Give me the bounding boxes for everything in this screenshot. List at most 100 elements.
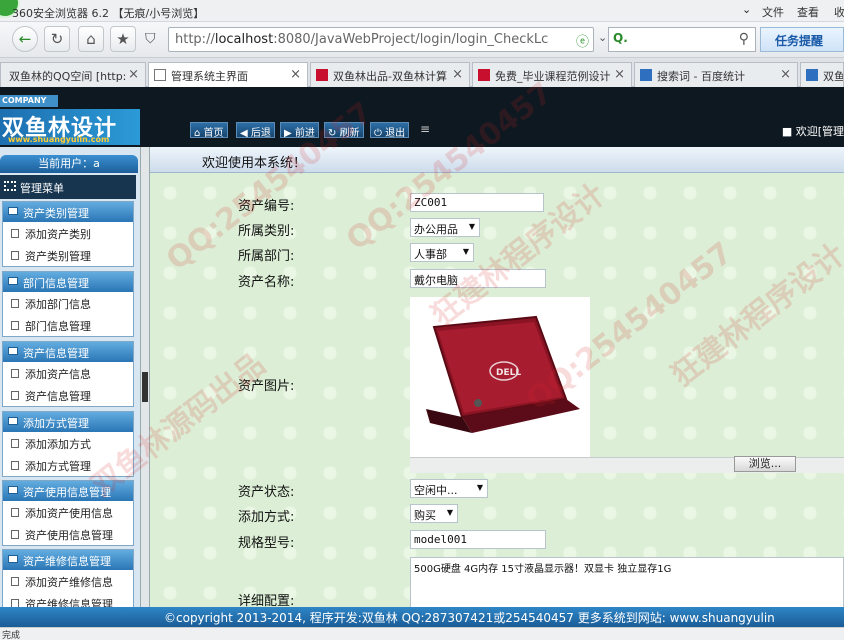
group-header[interactable]: 资产维修信息管理: [3, 550, 133, 570]
sidebar-item-add-asset[interactable]: 添加资产信息: [3, 366, 133, 382]
chevron-down-icon[interactable]: ⌄: [742, 3, 751, 16]
back-button[interactable]: ←: [12, 26, 38, 52]
group-header[interactable]: 资产使用信息管理: [3, 481, 133, 501]
group-title: 资产维修信息管理: [23, 555, 111, 568]
search-input[interactable]: Q. ⚲: [608, 27, 756, 52]
dropdown-arrow-icon: ▼: [446, 508, 453, 517]
group-title: 资产信息管理: [23, 347, 89, 360]
forward-nav-button[interactable]: ▶ 前进: [280, 122, 319, 139]
sidebar-item-add-dept[interactable]: 添加部门信息: [3, 296, 133, 312]
refresh-button[interactable]: ↻: [44, 26, 70, 52]
logout-nav-button[interactable]: ⏻ 退出: [370, 122, 410, 139]
tab-qq-space[interactable]: 双鱼林的QQ空间 [http: ×: [0, 62, 146, 87]
back-nav-label: 后退: [250, 128, 271, 139]
sidebar-item-asset-manage[interactable]: 资产信息管理: [3, 388, 133, 404]
menu-title: 管理菜单: [0, 175, 136, 199]
sidebar-item-asset-use-manage[interactable]: 资产使用信息管理: [3, 527, 133, 543]
tab-label: 管理系统主界面: [171, 70, 248, 83]
group-header[interactable]: 添加方式管理: [3, 412, 133, 432]
group-title: 资产使用信息管理: [23, 486, 111, 499]
state-label: 资产状态:: [238, 485, 295, 500]
refresh-nav-button[interactable]: ↻ 刷新: [324, 122, 364, 139]
close-icon[interactable]: ×: [290, 67, 301, 82]
detail-textarea[interactable]: 500G硬盘 4G内存 15寸液晶显示器！双显卡 独立显存1G: [410, 557, 844, 607]
sidebar-item-add-asset-use[interactable]: 添加资产使用信息: [3, 505, 133, 521]
tab-baidu-stats[interactable]: 搜索词 - 百度统计 ×: [634, 62, 798, 87]
sidebar-group-asset-info: 资产信息管理 添加资产信息 资产信息管理: [2, 341, 134, 407]
sidebar-item-method-manage[interactable]: 添加方式管理: [3, 458, 133, 474]
home-button[interactable]: ⌂: [78, 26, 104, 52]
page-icon: [11, 508, 19, 517]
chevron-down-icon[interactable]: ⌄: [598, 31, 607, 44]
close-icon[interactable]: ×: [128, 67, 139, 82]
menu-file[interactable]: 文件: [762, 4, 784, 20]
sidebar-item-add-asset-category[interactable]: 添加资产类别: [3, 226, 133, 242]
sidebar-item-asset-repair-manage[interactable]: 资产维修信息管理: [3, 596, 133, 607]
collapse-arrow-icon[interactable]: [142, 372, 148, 402]
tab-free-design[interactable]: 免费_毕业课程范例设计 ×: [472, 62, 632, 87]
group-header[interactable]: 资产类别管理: [3, 202, 133, 222]
sidebar-group-dept: 部门信息管理 添加部门信息 部门信息管理: [2, 271, 134, 337]
chart-icon: [640, 69, 652, 81]
laptop-brand: DELL: [496, 368, 521, 378]
menu-more[interactable]: 收: [834, 4, 844, 20]
name-label: 资产名称:: [238, 275, 295, 290]
logo-url: www.shuangyulin.com: [8, 135, 110, 144]
method-value: 购买: [414, 509, 436, 522]
tab-shuangyulin[interactable]: 双鱼林出品-双鱼林计算 ×: [310, 62, 470, 87]
menu-icon[interactable]: ≡: [420, 122, 430, 136]
category-label: 所属类别:: [238, 224, 295, 239]
sidebar-item-asset-category-manage[interactable]: 资产类别管理: [3, 248, 133, 264]
tab-main-interface[interactable]: 管理系统主界面 ×: [148, 62, 308, 88]
task-reminder-button[interactable]: 任务提醒: [760, 27, 844, 52]
forward-nav-label: 前进: [294, 128, 315, 139]
menu-view[interactable]: 查看: [797, 4, 819, 20]
dropdown-arrow-icon: ▼: [462, 247, 469, 256]
asset-no-field[interactable]: ZC001: [410, 193, 544, 212]
name-field[interactable]: 戴尔电脑: [410, 269, 546, 288]
header-welcome-text: 欢迎[管理: [795, 125, 844, 138]
close-icon[interactable]: ×: [614, 67, 625, 82]
sidebar-item-add-method[interactable]: 添加添加方式: [3, 436, 133, 452]
folder-icon: [8, 417, 18, 425]
sidebar-group-asset-use: 资产使用信息管理 添加资产使用信息 资产使用信息管理: [2, 480, 134, 546]
page-icon: [11, 369, 19, 378]
address-bar[interactable]: ⛉ http://localhost:8080/JavaWebProject/l…: [145, 27, 594, 52]
tab-label: 双鱼林的QQ空间 [http:: [9, 70, 127, 83]
group-header[interactable]: 资产信息管理: [3, 342, 133, 362]
grid-icon: [4, 181, 16, 191]
favorite-button[interactable]: ★: [110, 26, 136, 52]
page-icon: [11, 577, 19, 586]
state-select[interactable]: 空闲中... ▼: [410, 479, 488, 498]
sidebar-item-add-asset-repair[interactable]: 添加资产维修信息: [3, 574, 133, 590]
category-select[interactable]: 办公用品 ▼: [410, 218, 480, 237]
dept-label: 所属部门:: [238, 249, 295, 264]
search-engine-icon[interactable]: Q.: [613, 31, 628, 45]
sidebar-splitter[interactable]: [140, 147, 150, 607]
sidebar-group-asset-category: 资产类别管理 添加资产类别 资产类别管理: [2, 201, 134, 267]
menu-title-text: 管理菜单: [20, 182, 64, 195]
browser-e-icon[interactable]: ⓔ: [576, 31, 589, 50]
close-icon[interactable]: ×: [452, 67, 463, 82]
close-icon[interactable]: ×: [780, 67, 791, 82]
search-icon[interactable]: ⚲: [739, 31, 749, 47]
page-icon: [11, 439, 19, 448]
back-nav-button[interactable]: ◀ 后退: [236, 122, 275, 139]
item-label: 添加部门信息: [25, 298, 91, 311]
group-header[interactable]: 部门信息管理: [3, 272, 133, 292]
dept-select[interactable]: 人事部 ▼: [410, 243, 474, 262]
tab-shuangyu[interactable]: 双鱼: [800, 62, 844, 87]
laptop-image: DELL: [426, 315, 580, 433]
sidebar-item-dept-manage[interactable]: 部门信息管理: [3, 318, 133, 334]
browse-button[interactable]: 浏览...: [734, 456, 796, 472]
method-select[interactable]: 购买 ▼: [410, 504, 458, 523]
home-nav-button[interactable]: ⌂ 首页: [190, 122, 228, 139]
page-icon: [11, 530, 19, 539]
tab-label: 双鱼: [823, 70, 844, 83]
item-label: 添加资产类别: [25, 228, 91, 241]
model-field[interactable]: model001: [410, 530, 546, 549]
site-icon: [316, 69, 328, 81]
page-icon: [154, 69, 166, 81]
category-value: 办公用品: [414, 223, 458, 236]
browser-title: 360安全浏览器 6.2 【无痕/小号浏览】: [12, 7, 205, 20]
